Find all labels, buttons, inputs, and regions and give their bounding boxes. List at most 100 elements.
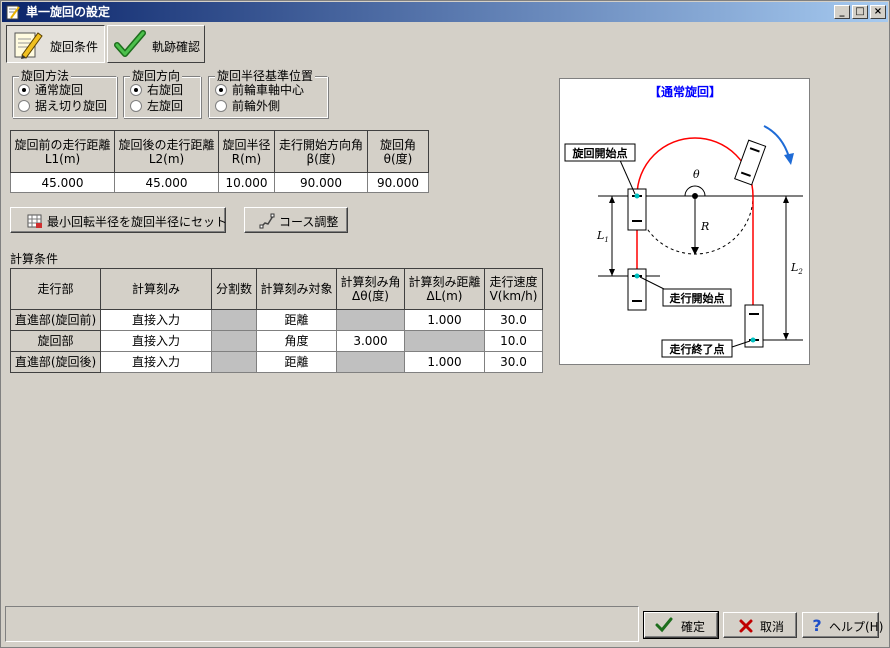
step-select[interactable]: 直接入力 bbox=[100, 309, 212, 331]
turn-diagram-svg: 【通常旋回】 θ R L1 L2 旋回開始点 走行開始点 走行終了点 bbox=[564, 84, 803, 358]
direction-arrow bbox=[763, 125, 790, 158]
radio-dot bbox=[18, 100, 30, 112]
diagram-title: 【通常旋回】 bbox=[649, 84, 721, 99]
button-label: ヘルプ(H) bbox=[829, 620, 884, 634]
step-distance-input[interactable]: 1.000 bbox=[404, 309, 485, 331]
pencil-paper-icon bbox=[14, 32, 43, 59]
divisions-cell bbox=[211, 351, 257, 373]
target-select[interactable]: 角度 bbox=[256, 330, 337, 352]
vehicle-run-start bbox=[627, 268, 647, 311]
turn-direction-group: 旋回方向 右旋回 左旋回 bbox=[123, 69, 201, 118]
header-part: 走行部 bbox=[10, 268, 101, 310]
radio-label: 右旋回 bbox=[147, 83, 184, 97]
header-radius: 旋回半径 R(m) bbox=[218, 130, 275, 173]
dialog-window: 単一旋回の設定 _ □ × 旋回条件 軌跡確認 旋回方法 通常旋回 据え切り旋回… bbox=[0, 0, 890, 648]
radio-front-wheel-outer[interactable]: 前輪外側 bbox=[215, 99, 280, 113]
table-row: 直進部(旋回前) 直接入力 距離 1.000 30.0 bbox=[10, 309, 543, 331]
course-adjust-button[interactable]: コース調整 bbox=[244, 207, 348, 233]
header-divisions: 分割数 bbox=[211, 268, 257, 310]
ok-button[interactable]: 確定 bbox=[643, 611, 719, 639]
radio-stationary-turn[interactable]: 据え切り旋回 bbox=[18, 99, 107, 113]
step-distance-cell bbox=[404, 330, 485, 352]
tab-trajectory-check[interactable]: 軌跡確認 bbox=[107, 25, 205, 63]
l2-arrow-bottom bbox=[783, 333, 789, 340]
step-angle-cell bbox=[336, 351, 405, 373]
speed-input[interactable]: 10.0 bbox=[484, 330, 543, 352]
radius-arrow bbox=[691, 247, 699, 255]
radio-right-turn[interactable]: 右旋回 bbox=[130, 83, 183, 97]
step-angle-input[interactable]: 3.000 bbox=[336, 330, 405, 352]
radio-dot bbox=[215, 100, 227, 112]
question-icon: ? bbox=[812, 616, 821, 634]
header-step: 計算刻み bbox=[100, 268, 212, 310]
run-start-label: 走行開始点 bbox=[669, 291, 725, 305]
radio-front-axle-center[interactable]: 前輪車軸中心 bbox=[215, 83, 304, 97]
turn-params-table: 旋回前の走行距離 L1(m) 旋回後の走行距離 L2(m) 旋回半径 R(m) 走行開… bbox=[10, 130, 429, 193]
table-row: 45.000 45.000 10.000 90.000 90.000 bbox=[10, 172, 429, 193]
divisions-cell bbox=[211, 330, 257, 352]
step-select[interactable]: 直接入力 bbox=[100, 351, 212, 373]
speed-input[interactable]: 30.0 bbox=[484, 309, 543, 331]
button-label: 最小回転半径を旋回半径にセット bbox=[47, 215, 228, 229]
step-select[interactable]: 直接入力 bbox=[100, 330, 212, 352]
l2-arrow-top bbox=[783, 196, 789, 203]
theta-label: θ bbox=[693, 168, 700, 181]
tab-label: 軌跡確認 bbox=[152, 40, 201, 54]
tab-label: 旋回条件 bbox=[50, 40, 99, 54]
set-min-radius-button[interactable]: 最小回転半径を旋回半径にセット bbox=[10, 207, 228, 233]
direction-arrow-head bbox=[784, 153, 794, 165]
vehicle-turning bbox=[734, 139, 767, 186]
step-distance-input[interactable]: 1.000 bbox=[404, 351, 485, 373]
svg-text:?: ? bbox=[812, 616, 821, 634]
row-part: 直進部(旋回前) bbox=[10, 309, 101, 331]
tab-turn-conditions[interactable]: 旋回条件 bbox=[6, 25, 105, 63]
table-header-row: 旋回前の走行距離 L1(m) 旋回後の走行距離 L2(m) 旋回半径 R(m) 走行開… bbox=[10, 130, 429, 173]
l2-label: L2 bbox=[790, 261, 803, 276]
cancel-button[interactable]: 取消 bbox=[723, 612, 797, 638]
course-icon bbox=[259, 213, 275, 229]
header-target: 計算刻み対象 bbox=[256, 268, 337, 310]
group-title: 旋回半径基準位置 bbox=[215, 69, 316, 83]
radio-dot bbox=[215, 84, 227, 96]
button-label: コース調整 bbox=[279, 215, 339, 229]
header-speed: 走行速度 V(km/h) bbox=[484, 268, 543, 310]
turn-start-label: 旋回開始点 bbox=[572, 146, 628, 160]
radio-dot bbox=[130, 100, 142, 112]
l1-label: L1 bbox=[596, 229, 609, 244]
speed-input[interactable]: 30.0 bbox=[484, 351, 543, 373]
input-start-angle[interactable]: 90.000 bbox=[274, 172, 368, 193]
group-title: 旋回方向 bbox=[130, 69, 183, 83]
input-l1[interactable]: 45.000 bbox=[10, 172, 115, 193]
header-turn-angle: 旋回角 θ(度) bbox=[367, 130, 429, 173]
help-button[interactable]: ? ヘルプ(H) bbox=[802, 612, 883, 638]
header-l2: 旋回後の走行距離 L2(m) bbox=[114, 130, 219, 173]
maximize-button[interactable]: □ bbox=[852, 5, 868, 19]
radio-left-turn[interactable]: 左旋回 bbox=[130, 99, 183, 113]
divisions-cell bbox=[211, 309, 257, 331]
radio-label: 前輪車軸中心 bbox=[232, 83, 305, 97]
run-end-label: 走行終了点 bbox=[669, 342, 725, 356]
radio-dot bbox=[130, 84, 142, 96]
radius-reference-group: 旋回半径基準位置 前輪車軸中心 前輪外側 bbox=[208, 69, 328, 118]
checkmark-icon bbox=[655, 617, 673, 633]
calc-conditions-title: 計算条件 bbox=[10, 252, 59, 266]
header-start-angle: 走行開始方向角 β(度) bbox=[274, 130, 368, 173]
header-l1: 旋回前の走行距離 L1(m) bbox=[10, 130, 115, 173]
button-label: 取消 bbox=[760, 620, 785, 634]
table-header-row: 走行部 計算刻み 分割数 計算刻み対象 計算刻み角 Δθ(度) 計算刻み距離 ΔL(… bbox=[10, 268, 543, 310]
input-turn-angle[interactable]: 90.000 bbox=[367, 172, 429, 193]
close-button[interactable]: × bbox=[870, 5, 886, 19]
target-select[interactable]: 距離 bbox=[256, 309, 337, 331]
input-l2[interactable]: 45.000 bbox=[114, 172, 219, 193]
table-row: 旋回部 直接入力 角度 3.000 10.0 bbox=[10, 330, 543, 352]
radio-normal-turn[interactable]: 通常旋回 bbox=[18, 83, 83, 97]
app-icon bbox=[6, 5, 20, 20]
title-bar[interactable]: 単一旋回の設定 _ □ × bbox=[2, 2, 888, 22]
target-select[interactable]: 距離 bbox=[256, 351, 337, 373]
checkmark-icon bbox=[114, 30, 146, 57]
grid-icon bbox=[27, 214, 42, 228]
minimize-button[interactable]: _ bbox=[834, 5, 850, 19]
input-radius[interactable]: 10.000 bbox=[218, 172, 275, 193]
radio-dot bbox=[18, 84, 30, 96]
vehicle-turn-start bbox=[627, 188, 647, 231]
